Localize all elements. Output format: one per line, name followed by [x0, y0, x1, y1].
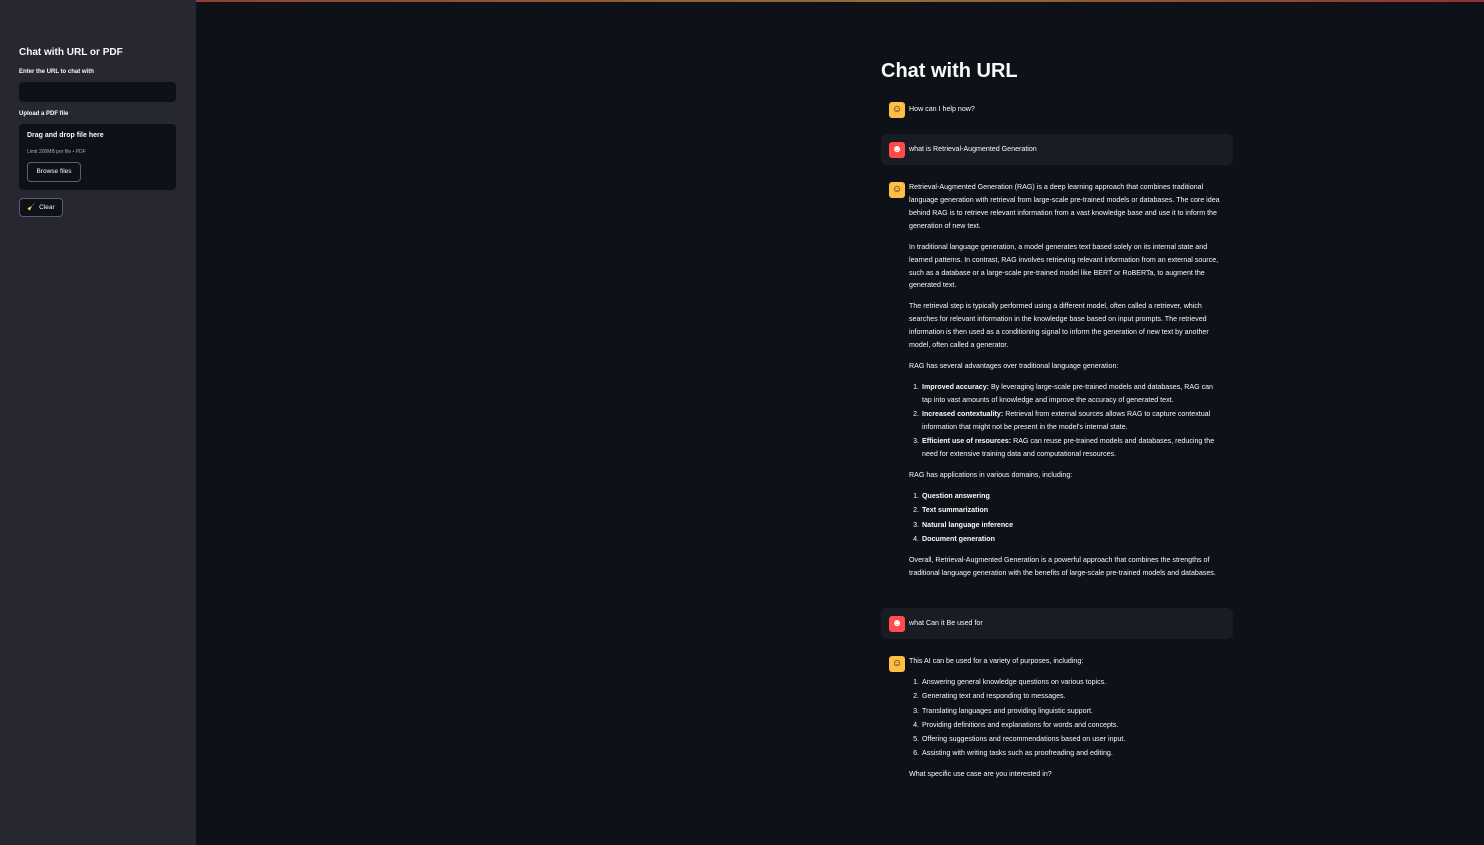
robot-icon: ☺ — [889, 182, 905, 198]
list-item: Text summarization — [921, 504, 1221, 517]
message-paragraph: This AI can be used for a variety of pur… — [909, 657, 1084, 665]
user-icon: ☻ — [889, 616, 905, 632]
url-input-label: Enter the URL to chat with — [19, 69, 94, 75]
robot-icon: ☺ — [889, 102, 905, 118]
list-item: Generating text and responding to messag… — [921, 690, 1221, 703]
message-text: what Can it Be used for — [909, 619, 983, 627]
sidebar: Chat with URL or PDF Enter the URL to ch… — [0, 0, 196, 845]
browse-files-button[interactable]: Browse files — [27, 162, 81, 182]
list-item-heading: Increased contextuality: — [922, 410, 1004, 419]
message-paragraph: What specific use case are you intereste… — [909, 770, 1052, 779]
list-item: Translating languages and providing ling… — [921, 705, 1221, 718]
uses-list: Answering general knowledge questions on… — [909, 676, 1221, 760]
message-paragraph: The retrieval step is typically performe… — [909, 302, 1209, 350]
message-paragraph: RAG has applications in various domains,… — [909, 470, 1073, 479]
robot-icon: ☺ — [889, 656, 905, 672]
list-item: Natural language inference — [921, 519, 1221, 532]
list-item: Offering suggestions and recommendations… — [921, 733, 1221, 746]
list-item: Providing definitions and explanations f… — [921, 719, 1221, 732]
pdf-upload-label: Upload a PDF file — [19, 111, 69, 117]
list-item-heading: Improved accuracy: — [922, 383, 990, 392]
top-decoration-bar — [0, 0, 1484, 2]
message-paragraph: Overall, Retrieval-Augmented Generation … — [909, 555, 1216, 577]
message-paragraph: In traditional language generation, a mo… — [909, 242, 1219, 290]
pdf-dropzone[interactable]: Drag and drop file here Limit 200MB per … — [19, 124, 176, 190]
message-paragraph: Retrieval-Augmented Generation (RAG) is … — [909, 183, 1220, 230]
message-text: what is Retrieval-Augmented Generation — [909, 145, 1037, 153]
clear-button[interactable]: 🧹 Clear — [19, 198, 63, 217]
list-item: Answering general knowledge questions on… — [921, 676, 1221, 689]
list-item: Efficient use of resources: RAG can reus… — [921, 435, 1221, 461]
dropzone-title: Drag and drop file here — [27, 132, 104, 139]
chat-message-user: ☻ what Can it Be used for — [881, 608, 1233, 639]
list-item: Question answering — [921, 490, 1221, 503]
chat-message-assistant: ☺ Retrieval-Augmented Generation (RAG) i… — [881, 180, 1233, 588]
list-item: Improved accuracy: By leveraging large-s… — [921, 381, 1221, 407]
chat-message-assistant: ☺ How can I help now? — [881, 99, 1233, 121]
message-text: How can I help now? — [909, 105, 975, 113]
chat-message-user: ☻ what is Retrieval-Augmented Generation — [881, 134, 1233, 165]
list-item: Assisting with writing tasks such as pro… — [921, 747, 1221, 760]
list-item-text: Text summarization — [922, 506, 989, 515]
user-icon: ☻ — [889, 142, 905, 158]
url-input[interactable] — [19, 82, 176, 102]
list-item: Document generation — [921, 533, 1221, 546]
advantages-list: Improved accuracy: By leveraging large-s… — [909, 381, 1221, 461]
page-title: Chat with URL — [881, 60, 1018, 82]
list-item-text: Document generation — [922, 534, 995, 543]
broom-icon: 🧹 — [27, 204, 37, 211]
message-paragraph: RAG has several advantages over traditio… — [909, 362, 1119, 371]
dropzone-limit: Limit 200MB per file • PDF — [27, 149, 86, 155]
chat-message-assistant: ☺ This AI can be used for a variety of p… — [881, 654, 1233, 789]
clear-button-label: Clear — [39, 204, 55, 211]
list-item-heading: Efficient use of resources: — [922, 437, 1012, 446]
list-item: Increased contextuality: Retrieval from … — [921, 408, 1221, 434]
list-item-text: Natural language inference — [922, 520, 1014, 529]
sidebar-title: Chat with URL or PDF — [19, 47, 123, 58]
list-item-text: Question answering — [922, 491, 990, 500]
applications-list: Question answering Text summarization Na… — [909, 490, 1221, 546]
